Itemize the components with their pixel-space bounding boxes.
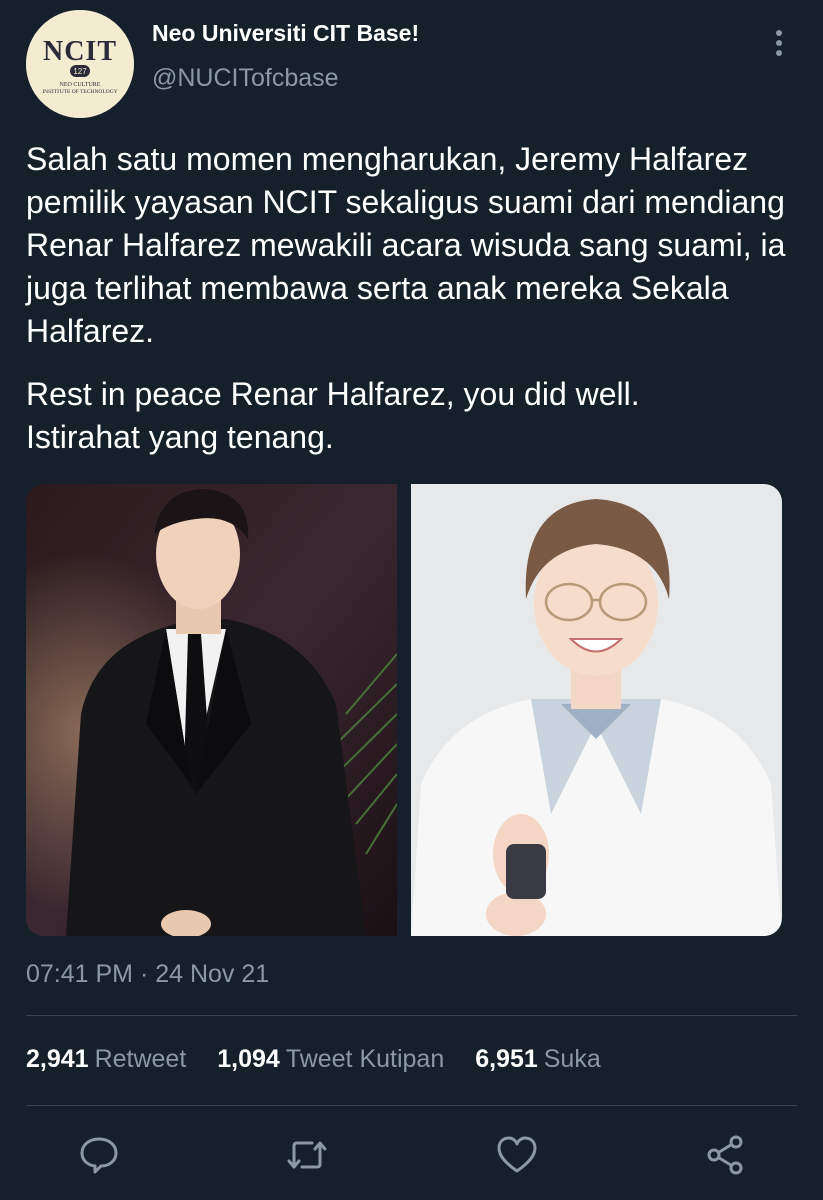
photo-man-in-suit[interactable] [26, 484, 398, 936]
like-icon[interactable] [494, 1132, 540, 1178]
tweet-text: Salah satu momen mengharukan, Jeremy Hal… [26, 138, 806, 459]
reply-icon[interactable] [76, 1132, 122, 1178]
display-name[interactable]: Neo Universiti CIT Base! [152, 20, 419, 47]
like-label[interactable]: Suka [544, 1045, 601, 1073]
account-avatar[interactable]: NCIT 127 NEO CULTURE INSTITUTE OF TECHNO… [26, 10, 134, 118]
tweet-paragraph-2-line-2: Istirahat yang tenang. [26, 419, 334, 455]
retweet-icon[interactable] [284, 1132, 330, 1178]
tweet-media [26, 484, 782, 936]
retweet-count[interactable]: 2,941 [26, 1045, 89, 1073]
retweet-label[interactable]: Retweet [95, 1045, 187, 1073]
avatar-subtitle-1: NEO CULTURE [60, 82, 101, 88]
divider-bottom [26, 1105, 797, 1106]
tweet-paragraph-2: Rest in peace Renar Halfarez, you did we… [26, 373, 806, 459]
like-count[interactable]: 6,951 [475, 1045, 538, 1073]
quote-label[interactable]: Tweet Kutipan [286, 1045, 444, 1073]
more-options-icon[interactable] [765, 30, 793, 60]
avatar-badge: 127 [73, 67, 87, 76]
avatar-logo-text: NCIT [43, 36, 117, 67]
divider-top [26, 1015, 797, 1016]
avatar-subtitle-2: INSTITUTE OF TECHNOLOGY [42, 89, 117, 95]
photo-man-in-lab-coat[interactable] [411, 484, 782, 936]
tweet-timestamp[interactable]: 07:41 PM · 24 Nov 21 [26, 960, 269, 989]
share-icon[interactable] [702, 1132, 748, 1178]
tweet-paragraph-1: Salah satu momen mengharukan, Jeremy Hal… [26, 141, 786, 349]
quote-count[interactable]: 1,094 [217, 1045, 280, 1073]
tweet-paragraph-2-line-1: Rest in peace Renar Halfarez, you did we… [26, 376, 640, 412]
account-handle[interactable]: @NUCITofcbase [152, 64, 339, 93]
tweet-stats: 2,941 Retweet 1,094 Tweet Kutipan 6,951 Suk… [26, 1045, 625, 1074]
